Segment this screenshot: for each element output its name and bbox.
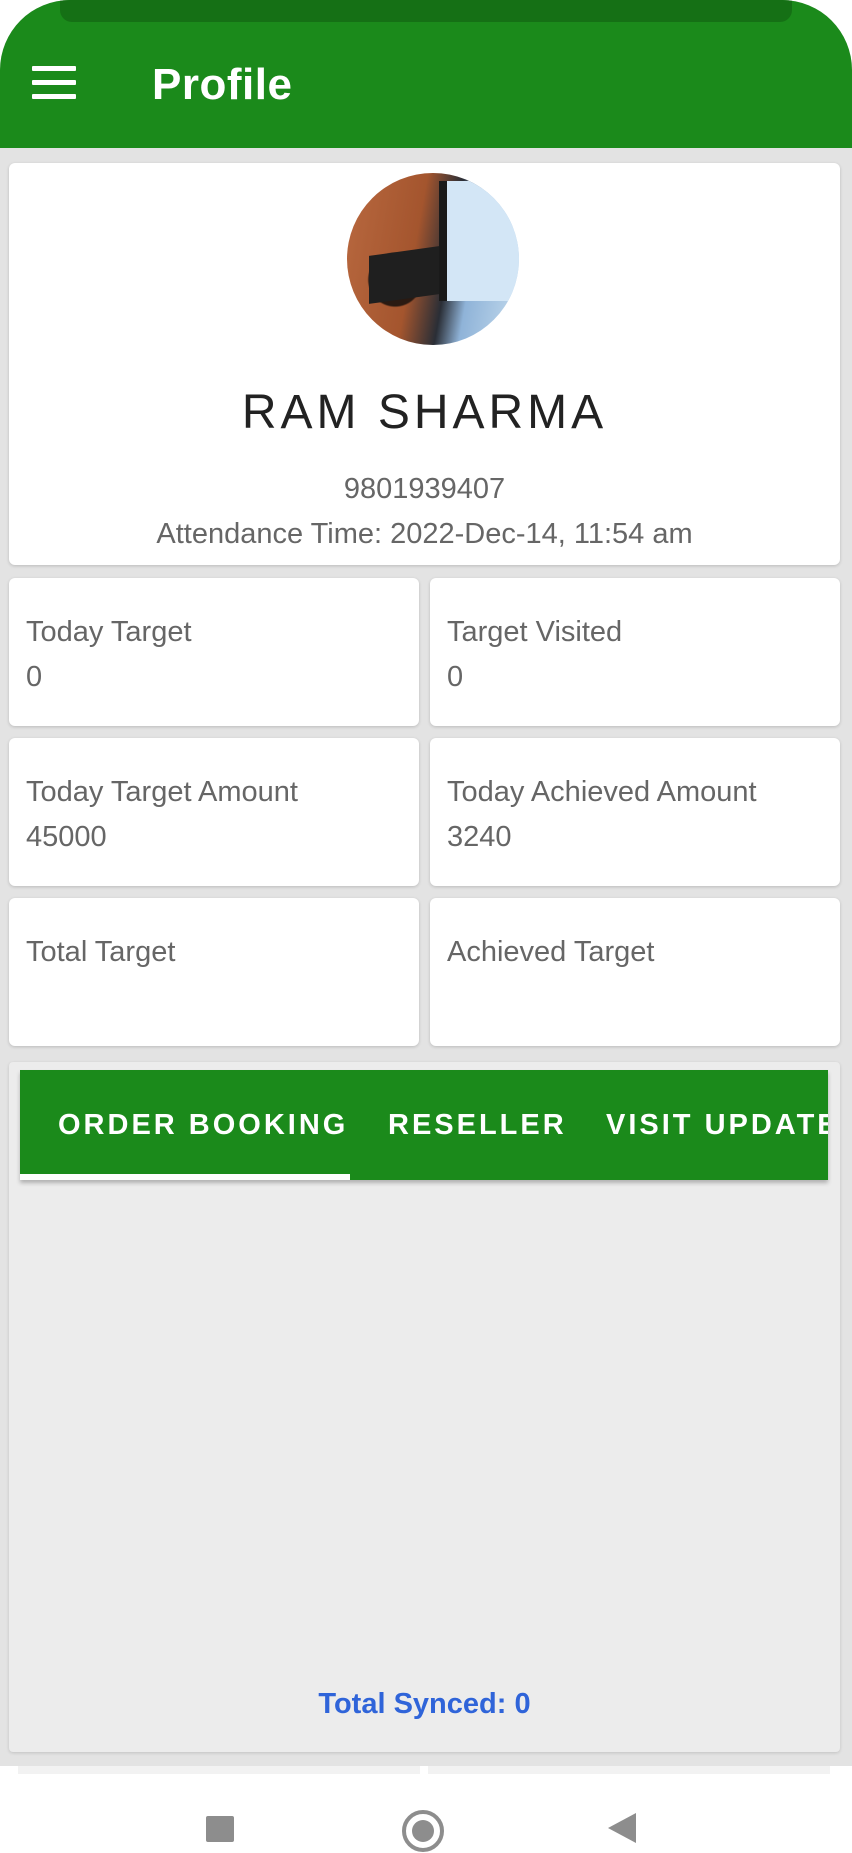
- stat-label: Achieved Target: [447, 936, 655, 968]
- stat-label: Total Target: [26, 936, 176, 968]
- stat-target-visited: Target Visited 0: [430, 578, 840, 726]
- stat-label: Target Visited: [447, 616, 623, 648]
- tab-order-booking[interactable]: ORDER BOOKING: [58, 1070, 348, 1180]
- stat-value: 3240: [447, 821, 512, 853]
- profile-card: RAM SHARMA 9801939407 Attendance Time: 2…: [9, 163, 840, 565]
- total-synced: Total Synced: 0: [318, 1688, 531, 1720]
- hamburger-menu-icon[interactable]: [32, 66, 76, 100]
- profile-name: RAM SHARMA: [241, 386, 608, 439]
- home-circle-icon[interactable]: [402, 1810, 444, 1852]
- stat-value: 0: [447, 661, 464, 693]
- tab-visit-update[interactable]: VISIT UPDATE: [606, 1070, 828, 1180]
- stat-value: 45000: [26, 821, 107, 853]
- stat-today-target: Today Target 0: [9, 578, 419, 726]
- tabs-panel: ORDER BOOKING RESELLER VISIT UPDATE Tota…: [9, 1062, 840, 1752]
- back-triangle-icon[interactable]: [608, 1813, 636, 1843]
- tab-indicator: [20, 1174, 350, 1180]
- page-title: Profile: [152, 60, 293, 109]
- app-screen: Profile RAM SHARMA 9801939407 Attendance…: [0, 0, 852, 1766]
- status-bar: [60, 0, 792, 22]
- card-peek: [18, 1766, 420, 1774]
- tab-bar: ORDER BOOKING RESELLER VISIT UPDATE: [20, 1070, 828, 1180]
- stat-label: Today Achieved Amount: [447, 776, 757, 808]
- stat-label: Today Target Amount: [26, 776, 298, 808]
- recents-square-icon[interactable]: [206, 1816, 234, 1842]
- stat-total-target: Total Target: [9, 898, 419, 1046]
- profile-phone: 9801939407: [343, 473, 506, 505]
- tab-reseller[interactable]: RESELLER: [388, 1070, 567, 1180]
- stat-today-achieved-amount: Today Achieved Amount 3240: [430, 738, 840, 886]
- attendance-time: Attendance Time: 2022-Dec-14, 11:54 am: [156, 518, 693, 550]
- stat-achieved-target: Achieved Target: [430, 898, 840, 1046]
- card-peek: [428, 1766, 830, 1774]
- stat-label: Today Target: [26, 616, 192, 648]
- stat-value: 0: [26, 661, 43, 693]
- avatar[interactable]: [347, 173, 519, 345]
- app-bar: Profile: [0, 0, 852, 148]
- stat-today-target-amount: Today Target Amount 45000: [9, 738, 419, 886]
